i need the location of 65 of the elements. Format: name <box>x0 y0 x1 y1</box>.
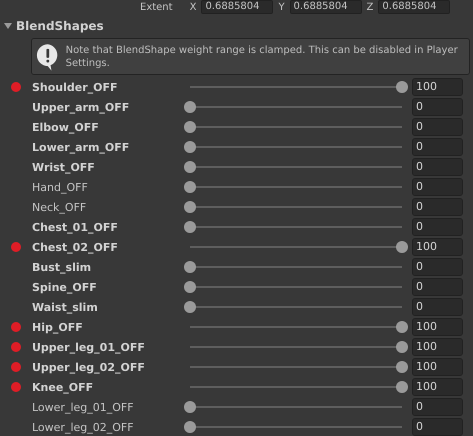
extent-field[interactable]: 0.6885804 <box>201 0 274 14</box>
section-header[interactable]: BlendShapes <box>0 17 473 35</box>
blendshape-label: Wrist_OFF <box>32 160 96 174</box>
extent-field[interactable]: 0.6885804 <box>378 0 450 14</box>
weight-field[interactable]: 100 <box>412 318 463 336</box>
slider-thumb[interactable] <box>184 261 196 273</box>
axis-label: Y <box>278 2 285 12</box>
blendshape-label: Bust_slim <box>32 260 92 274</box>
slider-thumb[interactable] <box>184 161 196 173</box>
weight-field[interactable]: 0 <box>412 178 463 196</box>
blendshape-label: Lower_leg_02_OFF <box>32 420 135 434</box>
weight-field[interactable]: 0 <box>412 118 463 136</box>
slider-thumb[interactable] <box>396 341 408 353</box>
blendshape-label: Shoulder_OFF <box>32 80 119 94</box>
blendshape-label: Spine_OFF <box>32 280 98 294</box>
slider-thumb[interactable] <box>396 381 408 393</box>
weight-field[interactable]: 0 <box>412 298 463 316</box>
warning-icon <box>36 42 60 72</box>
help-text: Note that BlendShape weight range is clamped. This can be disabled in Player Settings. <box>66 44 459 70</box>
slider-thumb[interactable] <box>396 241 408 253</box>
blendshape-label: Neck_OFF <box>32 200 88 214</box>
weight-field[interactable]: 100 <box>412 238 463 256</box>
extent-label: Extent <box>140 2 173 12</box>
slider-thumb[interactable] <box>184 401 196 413</box>
weight-field[interactable]: 0 <box>412 218 463 236</box>
extent-field[interactable]: 0.6885804 <box>290 0 362 14</box>
blendshape-label: Lower_leg_01_OFF <box>32 400 135 414</box>
weight-field[interactable]: 0 <box>412 258 463 276</box>
weight-field[interactable]: 100 <box>412 358 463 376</box>
blendshape-label: Upper_leg_01_OFF <box>32 340 146 354</box>
slider-thumb[interactable] <box>184 121 196 133</box>
slider-thumb[interactable] <box>396 81 408 93</box>
blendshape-label: Knee_OFF <box>32 380 94 394</box>
weight-field[interactable]: 0 <box>412 138 463 156</box>
weight-field[interactable]: 0 <box>412 98 463 116</box>
slider-thumb[interactable] <box>184 201 196 213</box>
slider-thumb[interactable] <box>184 421 196 433</box>
blendshape-label: Upper_arm_OFF <box>32 100 130 114</box>
blendshape-label: Hip_OFF <box>32 320 84 334</box>
weight-field[interactable]: 0 <box>412 418 463 436</box>
weight-field[interactable]: 0 <box>412 198 463 216</box>
blendshape-label: Chest_02_OFF <box>32 240 119 254</box>
blendshape-label: Upper_leg_02_OFF <box>32 360 146 374</box>
slider-thumb[interactable] <box>396 321 408 333</box>
weight-field[interactable]: 100 <box>412 378 463 396</box>
weight-field[interactable]: 0 <box>412 278 463 296</box>
slider-thumb[interactable] <box>396 361 408 373</box>
slider-thumb[interactable] <box>184 301 196 313</box>
weight-field[interactable]: 100 <box>412 338 463 356</box>
weight-field[interactable]: 0 <box>412 158 463 176</box>
foldout-icon <box>4 22 12 30</box>
weight-field[interactable]: 100 <box>412 78 463 96</box>
slider-thumb[interactable] <box>184 101 196 113</box>
blendshape-label: Elbow_OFF <box>32 120 100 134</box>
slider-thumb[interactable] <box>184 281 196 293</box>
slider-thumb[interactable] <box>184 221 196 233</box>
weight-field[interactable]: 0 <box>412 398 463 416</box>
slider-thumb[interactable] <box>184 181 196 193</box>
blendshape-label: Waist_slim <box>32 300 99 314</box>
axis-label: X <box>190 2 196 12</box>
blendshape-label: Chest_01_OFF <box>32 220 119 234</box>
blendshape-label: Lower_arm_OFF <box>32 140 130 154</box>
blendshape-label: Hand_OFF <box>32 180 89 194</box>
slider-thumb[interactable] <box>184 141 196 153</box>
axis-label: Z <box>366 2 374 12</box>
